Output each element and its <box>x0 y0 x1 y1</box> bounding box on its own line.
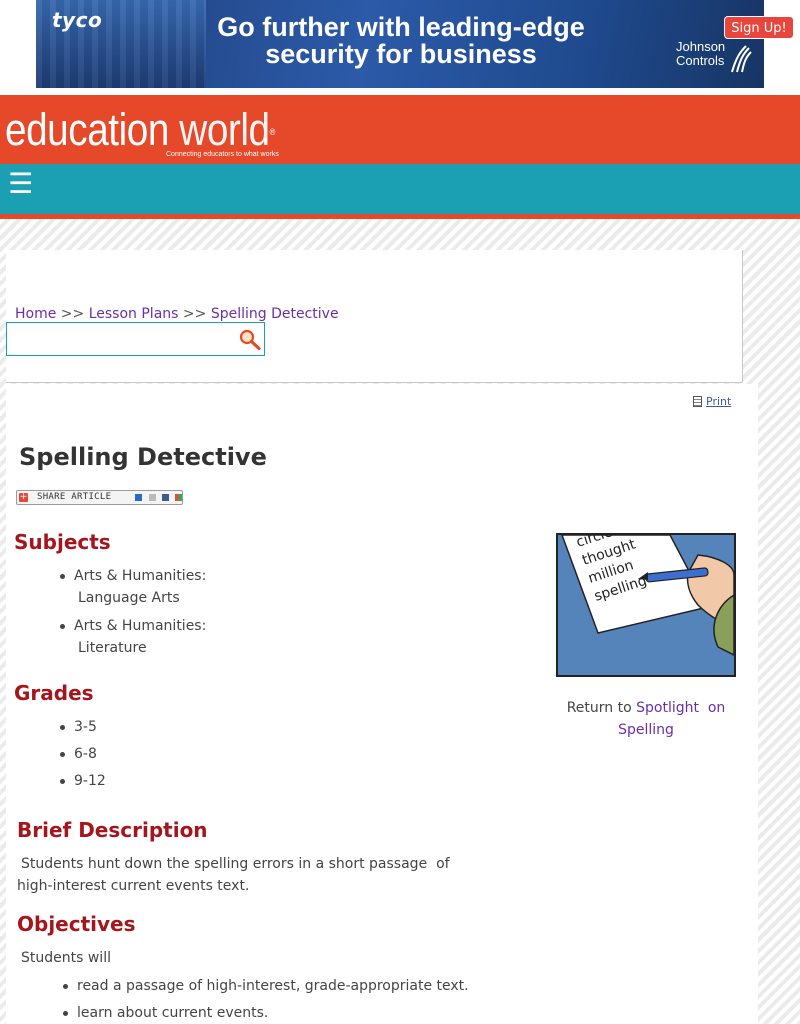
brief-description-line2: high-interest current events text. <box>17 878 250 894</box>
brief-description-line1: Students hunt down the spelling errors i… <box>21 856 450 872</box>
objectives-intro: Students will <box>21 950 111 966</box>
site-tagline: Connecting educators to what works <box>166 151 279 158</box>
facebook-icon <box>162 494 169 501</box>
site-logo[interactable]: education world® <box>5 107 275 153</box>
johnson-controls-logo-icon <box>731 45 752 73</box>
nav-bar: ☰ <box>0 164 800 214</box>
windows-icon <box>175 494 182 501</box>
ad-sponsor-line2: Controls <box>676 53 725 68</box>
share-plus-icon: + <box>19 492 28 502</box>
brief-description-heading: Brief Description <box>17 818 208 842</box>
subject-category: Arts & Humanities: <box>74 618 207 634</box>
list-item: 3-5 <box>60 716 274 738</box>
ad-sponsor-line1: Johnson <box>676 39 726 54</box>
ad-headline: Go further with leading-edge security fo… <box>186 14 616 68</box>
spotlight-on-spelling-link[interactable]: Spotlight on <box>636 700 725 716</box>
subjects-list: Arts & Humanities: Language Arts Arts & … <box>60 565 374 665</box>
search-input[interactable] <box>9 325 235 355</box>
list-item: 9-12 <box>60 770 274 792</box>
print-icon <box>693 396 702 407</box>
ad-banner[interactable]: tyco Go further with leading-edge securi… <box>36 0 764 88</box>
grades-list: 3-5 6-8 9-12 <box>60 716 274 797</box>
subject-name: Language Arts <box>78 590 180 606</box>
grades-heading: Grades <box>14 681 94 705</box>
list-item: learn about current events. <box>63 1002 527 1024</box>
subject-name: Literature <box>78 640 147 656</box>
ad-sponsor: Johnson Controls <box>676 40 725 68</box>
subject-category: Arts & Humanities: <box>74 568 207 584</box>
breadcrumb-current-link[interactable]: Spelling Detective <box>211 306 339 322</box>
breadcrumb-lesson-plans-link[interactable]: Lesson Plans <box>89 306 179 322</box>
ad-brand-logo: tyco <box>52 8 103 32</box>
breadcrumb-separator: >> <box>60 306 85 322</box>
search-box <box>6 322 265 356</box>
registered-mark: ® <box>269 127 276 137</box>
return-prefix: Return to <box>566 700 632 716</box>
ad-headline-line1: Go further with leading-edge <box>217 12 585 42</box>
menu-icon[interactable]: ☰ <box>8 166 33 202</box>
subjects-heading: Subjects <box>14 530 111 554</box>
list-item: Arts & Humanities: Literature <box>60 615 374 659</box>
spelling-illustration: circle thought million spelling <box>556 533 736 677</box>
list-item: read a passage of high-interest, grade-a… <box>63 975 527 997</box>
logo-word-education: education <box>5 104 169 155</box>
site-header: education world® Connecting educators to… <box>0 95 800 164</box>
share-article-button[interactable]: + SHARE ARTICLE <box>16 490 183 505</box>
breadcrumb-home-link[interactable]: Home <box>15 306 56 322</box>
spelling-illustration-image: circle thought million spelling <box>558 535 734 675</box>
digg-icon <box>149 494 156 501</box>
objectives-list: read a passage of high-interest, grade-a… <box>63 975 527 1024</box>
delicious-icon <box>135 494 142 501</box>
logo-word-world: world <box>179 104 270 155</box>
ad-signup-button[interactable]: Sign Up! <box>724 16 794 39</box>
brief-description-text: Students hunt down the spelling errors i… <box>17 853 487 897</box>
search-icon[interactable] <box>238 329 262 351</box>
breadcrumb-separator: >> <box>182 306 207 322</box>
list-item: 6-8 <box>60 743 274 765</box>
breadcrumb: Home >> Lesson Plans >> Spelling Detecti… <box>15 305 339 323</box>
spotlight-on-spelling-link[interactable]: Spelling <box>618 722 674 738</box>
ad-headline-line2: security for business <box>265 39 537 69</box>
page-title: Spelling Detective <box>19 443 267 471</box>
return-link-block: Return to Spotlight on Spelling <box>556 697 736 741</box>
print-button[interactable]: Print <box>693 395 731 409</box>
print-label: Print <box>706 395 732 408</box>
list-item: Arts & Humanities: Language Arts <box>60 565 374 609</box>
objectives-heading: Objectives <box>17 912 136 936</box>
share-label: SHARE ARTICLE <box>37 492 112 502</box>
